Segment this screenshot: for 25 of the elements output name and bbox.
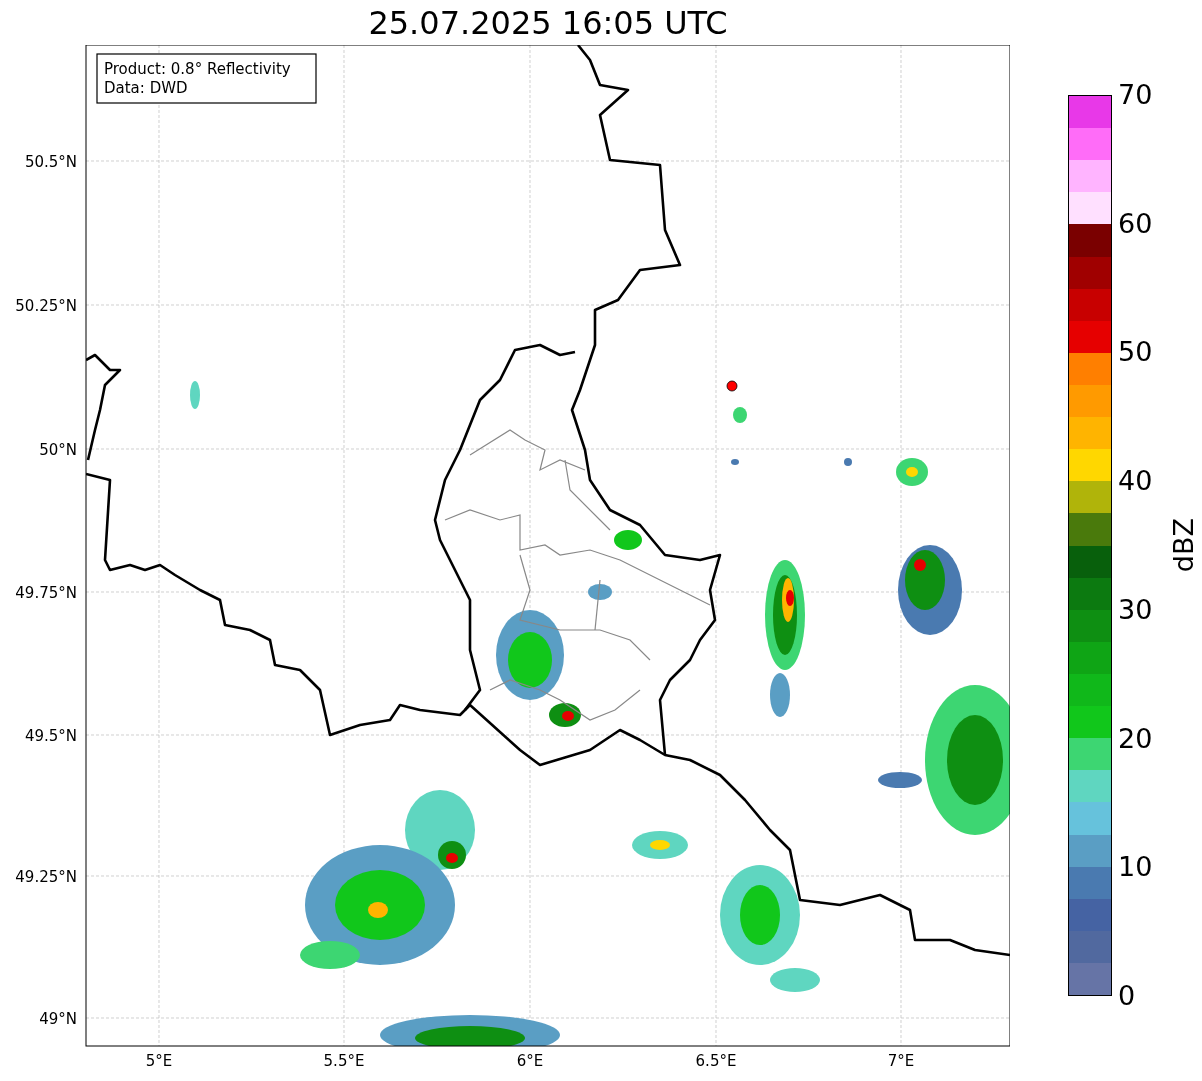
longitude-label: 7°E: [887, 1052, 915, 1070]
colorbar-tick-label: 30: [1118, 594, 1153, 625]
longitude-label: 6°E: [516, 1052, 544, 1070]
latitude-label: 49.75°N: [15, 584, 77, 602]
colorbar-tick-label: 10: [1118, 852, 1153, 883]
longitude-label: 5°E: [145, 1052, 173, 1070]
chart-title: 25.07.2025 16:05 UTC: [368, 3, 728, 42]
latitude-label: 50.25°N: [15, 297, 77, 315]
latitude-label: 49.25°N: [15, 868, 77, 886]
colorbar-tick-label: 50: [1118, 337, 1153, 368]
colorbar-tick-label: 60: [1118, 208, 1153, 239]
latitude-label: 49.5°N: [24, 727, 77, 745]
latitude-label: 50.5°N: [24, 153, 77, 171]
legend-text: Data: DWD: [104, 79, 188, 97]
colorbar-label: dBZ: [1168, 518, 1199, 573]
colorbar-tick-label: 70: [1118, 80, 1153, 110]
legend-text: Product: 0.8° Reflectivity: [104, 60, 291, 78]
longitude-label: 6.5°E: [695, 1052, 737, 1070]
latitude-label: 50°N: [39, 441, 77, 459]
colorbar-tick-label: 0: [1118, 980, 1136, 1011]
latitude-label: 49°N: [39, 1010, 77, 1028]
location-marker-icon: [726, 380, 738, 392]
colorbar-tick-label: 40: [1118, 466, 1153, 497]
longitude-label: 5.5°E: [323, 1052, 365, 1070]
colorbar-tick-label: 20: [1118, 723, 1153, 754]
